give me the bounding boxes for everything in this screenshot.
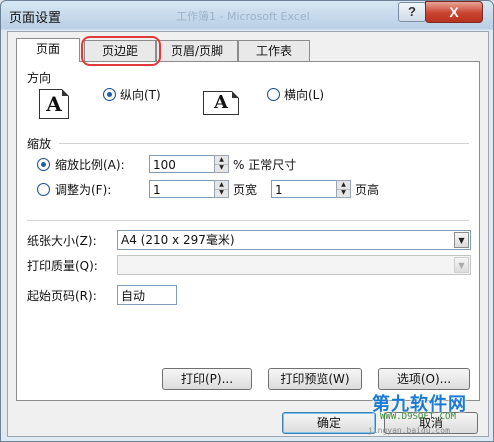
- dialog-title: 页面设置: [9, 11, 62, 26]
- orientation-group-label: 方向: [27, 71, 52, 85]
- first-page-number-label: 起始页码(R):: [27, 289, 97, 303]
- landscape-page-icon: A: [203, 91, 239, 115]
- paper-separator: [27, 220, 469, 221]
- portrait-radio[interactable]: [103, 88, 116, 101]
- fit-to-label[interactable]: 调整为(F):: [55, 181, 111, 198]
- first-page-number-input[interactable]: 自动: [117, 285, 177, 305]
- fit-tall-input[interactable]: 1: [271, 180, 337, 198]
- spin-down-icon[interactable]: ▼: [215, 189, 228, 197]
- landscape-label[interactable]: 横向(L): [284, 86, 324, 103]
- paper-size-select[interactable]: A4 (210 x 297毫米) ▼: [117, 230, 471, 250]
- print-button[interactable]: 打印(P)...: [162, 368, 252, 390]
- scaling-group-label: 缩放: [27, 137, 52, 151]
- watermark-sub-text: WWW.D9SOFT.COM: [380, 412, 456, 422]
- scale-percent-suffix: % 正常尺寸: [233, 158, 297, 172]
- tab-margins-highlight: [81, 36, 161, 66]
- fit-to-radio[interactable]: [37, 183, 50, 196]
- scale-percent-spinner[interactable]: ▲ ▼: [214, 155, 229, 173]
- print-preview-button[interactable]: 打印预览(W): [268, 368, 362, 390]
- chevron-down-icon[interactable]: ▼: [454, 257, 469, 273]
- site-watermark: 第九软件网 WWW.D9SOFT.COM jingyan.baidu.com: [362, 386, 490, 440]
- page-setup-dialog: 页面设置 工作簿1 - Microsoft Excel ? X 页面 页边距 页…: [0, 0, 494, 442]
- scaling-separator: [59, 143, 469, 144]
- print-quality-select[interactable]: ▼: [117, 255, 471, 275]
- scale-percent-input[interactable]: 100: [149, 155, 215, 173]
- spin-down-icon[interactable]: ▼: [337, 189, 350, 197]
- fit-wide-input[interactable]: 1: [149, 180, 215, 198]
- fit-tall-suffix: 页高: [355, 183, 380, 197]
- tab-header-footer[interactable]: 页眉/页脚: [156, 40, 238, 61]
- spin-down-icon[interactable]: ▼: [215, 164, 228, 172]
- paper-size-label: 纸张大小(Z):: [27, 234, 97, 248]
- tab-page[interactable]: 页面: [16, 38, 80, 62]
- print-quality-label: 打印质量(Q):: [27, 259, 98, 273]
- tab-panel-page: 方向 A 纵向(T) A 横向(L) 缩放 缩放比例(A): 100 ▲ ▼ %…: [16, 61, 480, 401]
- tab-sheet[interactable]: 工作表: [238, 40, 310, 61]
- fit-wide-suffix: 页宽: [233, 183, 258, 197]
- fit-tall-spinner[interactable]: ▲ ▼: [336, 180, 351, 198]
- portrait-label[interactable]: 纵向(T): [120, 86, 161, 103]
- close-button[interactable]: X: [425, 1, 483, 23]
- title-bar[interactable]: 页面设置 工作簿1 - Microsoft Excel ? X: [1, 1, 493, 29]
- background-window-title: 工作簿1 - Microsoft Excel: [176, 10, 310, 23]
- help-button[interactable]: ?: [398, 2, 426, 22]
- dialog-body: 页面 页边距 页眉/页脚 工作表 方向 A 纵向(T) A 横向(L) 缩放 缩…: [7, 31, 489, 437]
- adjust-to-label[interactable]: 缩放比例(A):: [55, 156, 125, 173]
- fit-wide-spinner[interactable]: ▲ ▼: [214, 180, 229, 198]
- chevron-down-icon[interactable]: ▼: [454, 232, 469, 248]
- watermark-url-text: jingyan.baidu.com: [368, 426, 450, 435]
- adjust-to-radio[interactable]: [37, 158, 50, 171]
- portrait-page-icon: A: [39, 89, 69, 119]
- paper-size-value: A4 (210 x 297毫米): [121, 233, 235, 247]
- landscape-radio[interactable]: [267, 88, 280, 101]
